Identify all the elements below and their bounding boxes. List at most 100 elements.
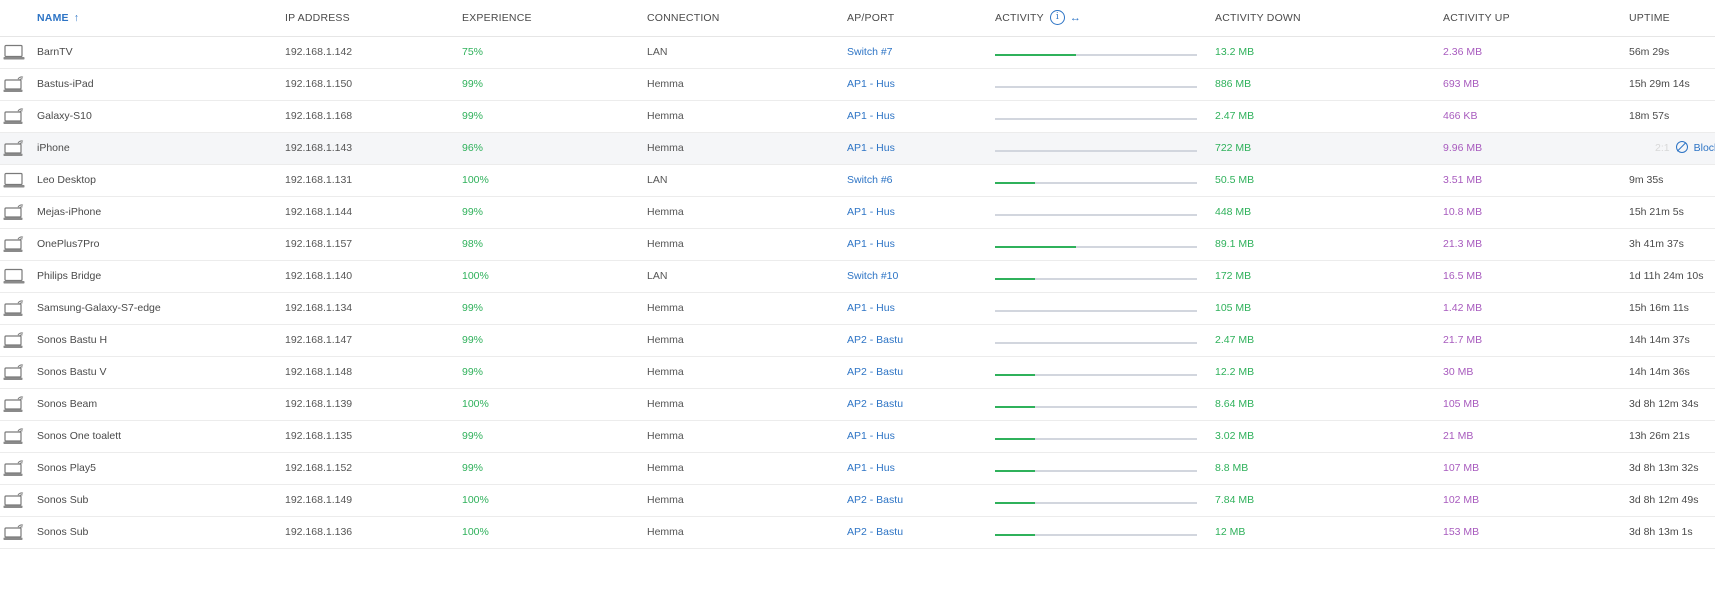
activity-bar-track [995, 54, 1197, 56]
client-uptime: 13h 26m 21s [1629, 430, 1690, 442]
client-uptime: 15h 29m 14s [1629, 78, 1690, 90]
client-activity-down: 2.47 MB [1215, 110, 1255, 122]
table-row[interactable]: Sonos Beam 192.168.1.139 100% Hemma AP2 - Ba… [0, 389, 1715, 421]
client-uptime: 9m 35s [1629, 174, 1664, 186]
table-row[interactable]: Galaxy-S10 192.168.1.168 99% Hemma AP1 - Hus… [0, 101, 1715, 133]
wifi-laptop-icon [3, 229, 25, 260]
client-name[interactable]: BarnTV [37, 37, 73, 68]
wifi-laptop-icon [3, 485, 25, 516]
client-name[interactable]: Philips Bridge [37, 261, 101, 292]
column-header-experience[interactable]: EXPERIENCE [462, 0, 532, 36]
client-ip: 192.168.1.144 [285, 206, 353, 218]
client-ap-port-link[interactable]: AP1 - Hus [847, 69, 895, 100]
info-icon[interactable]: i [1049, 9, 1065, 25]
client-experience: 100% [462, 526, 489, 538]
table-row[interactable]: BarnTV 192.168.1.142 75% LAN Switch #7 13.2 M… [0, 37, 1715, 69]
client-ap-port-link[interactable]: AP2 - Bastu [847, 517, 903, 548]
client-name[interactable]: OnePlus7Pro [37, 229, 99, 260]
client-activity-down: 12.2 MB [1215, 366, 1255, 378]
client-experience: 99% [462, 366, 484, 378]
activity-bar-track [995, 438, 1197, 440]
client-ap-port-link[interactable]: Switch #10 [847, 261, 898, 292]
client-name[interactable]: Sonos Play5 [37, 453, 96, 484]
client-ap-port-link[interactable]: AP1 - Hus [847, 293, 895, 324]
client-name[interactable]: Sonos Beam [37, 389, 97, 420]
table-row[interactable]: Mejas-iPhone 192.168.1.144 99% Hemma AP1 - H… [0, 197, 1715, 229]
table-row[interactable]: Sonos Bastu H 192.168.1.147 99% Hemma AP2 - … [0, 325, 1715, 357]
client-uptime: 14h 14m 37s [1629, 334, 1690, 346]
block-action[interactable]: 2:1 Block [1655, 133, 1715, 164]
desktop-icon [3, 165, 25, 196]
activity-bar-track [995, 310, 1197, 312]
wifi-laptop-icon [3, 197, 25, 228]
client-ap-port-link[interactable]: AP2 - Bastu [847, 325, 903, 356]
activity-bar-track [995, 534, 1197, 536]
client-name[interactable]: Mejas-iPhone [37, 197, 101, 228]
column-header-ip[interactable]: IP ADDRESS [285, 0, 350, 36]
client-ap-port-link[interactable]: AP2 - Bastu [847, 389, 903, 420]
activity-bar-fill [995, 246, 1076, 248]
wifi-laptop-icon [3, 101, 25, 132]
sort-ascending-icon: ↑ [73, 12, 80, 24]
column-header-activity[interactable]: ACTIVITY i ↔ [995, 0, 1081, 36]
client-activity-down: 8.8 MB [1215, 462, 1249, 474]
client-name[interactable]: Samsung-Galaxy-S7-edge [37, 293, 161, 324]
client-ap-port-link[interactable]: AP1 - Hus [847, 229, 895, 260]
client-activity-down: 7.84 MB [1215, 494, 1255, 506]
client-ip: 192.168.1.168 [285, 110, 353, 122]
client-activity-up: 21.7 MB [1443, 334, 1483, 346]
client-ap-port-link[interactable]: AP1 - Hus [847, 197, 895, 228]
column-header-name[interactable]: NAME ↑ [37, 0, 79, 36]
client-name[interactable]: iPhone [37, 133, 70, 164]
client-ap-port-link[interactable]: AP1 - Hus [847, 421, 895, 452]
client-ap-port-link[interactable]: AP2 - Bastu [847, 485, 903, 516]
client-experience: 75% [462, 46, 484, 58]
column-header-activity-down[interactable]: ACTIVITY DOWN [1215, 0, 1301, 36]
table-row[interactable]: Sonos Sub 192.168.1.149 100% Hemma AP2 - Bas… [0, 485, 1715, 517]
wifi-laptop-icon [3, 293, 25, 324]
client-name[interactable]: Sonos Bastu H [37, 325, 107, 356]
table-row[interactable]: Bastus-iPad 192.168.1.150 99% Hemma AP1 - Hu… [0, 69, 1715, 101]
client-ap-port-link[interactable]: AP1 - Hus [847, 133, 895, 164]
client-ip: 192.168.1.139 [285, 398, 353, 410]
client-connection: Hemma [647, 78, 684, 90]
column-header-ap-port[interactable]: AP/PORT [847, 0, 894, 36]
table-row[interactable]: Samsung-Galaxy-S7-edge 192.168.1.134 99% He… [0, 293, 1715, 325]
activity-bar-track [995, 86, 1197, 88]
client-activity-up: 9.96 MB [1443, 142, 1483, 154]
client-ap-port-link[interactable]: Switch #6 [847, 165, 893, 196]
column-header-uptime[interactable]: UPTIME [1629, 0, 1670, 36]
table-row[interactable]: OnePlus7Pro 192.168.1.157 98% Hemma AP1 - Hu… [0, 229, 1715, 261]
client-uptime: 3d 8h 12m 34s [1629, 398, 1699, 410]
client-uptime: 15h 16m 11s [1629, 302, 1689, 314]
client-experience: 99% [462, 430, 484, 442]
client-name[interactable]: Sonos Bastu V [37, 357, 106, 388]
activity-bar [995, 421, 1197, 452]
table-row[interactable]: Sonos Bastu V 192.168.1.148 99% Hemma AP2 - … [0, 357, 1715, 389]
table-row[interactable]: Philips Bridge 192.168.1.140 100% LAN Switch… [0, 261, 1715, 293]
expand-arrows-icon[interactable]: ↔ [1070, 12, 1081, 24]
client-ap-port-link[interactable]: AP1 - Hus [847, 101, 895, 132]
table-row[interactable]: Sonos Play5 192.168.1.152 99% Hemma AP1 - Hu… [0, 453, 1715, 485]
column-header-activity-up[interactable]: ACTIVITY UP [1443, 0, 1510, 36]
client-name[interactable]: Sonos Sub [37, 485, 88, 516]
activity-bar [995, 293, 1197, 324]
client-activity-up: 153 MB [1443, 526, 1480, 538]
client-experience: 99% [462, 206, 484, 218]
client-ap-port-link[interactable]: Switch #7 [847, 37, 893, 68]
client-activity-up: 102 MB [1443, 494, 1480, 506]
client-name[interactable]: Galaxy-S10 [37, 101, 92, 132]
table-row[interactable]: iPhone 192.168.1.143 96% Hemma AP1 - Hus 722 … [0, 133, 1715, 165]
table-row[interactable]: Sonos Sub 192.168.1.136 100% Hemma AP2 - Bas… [0, 517, 1715, 549]
client-name[interactable]: Sonos One toalett [37, 421, 121, 452]
table-row[interactable]: Leo Desktop 192.168.1.131 100% LAN Switch #6… [0, 165, 1715, 197]
client-ap-port-link[interactable]: AP1 - Hus [847, 453, 895, 484]
table-row[interactable]: Sonos One toalett 192.168.1.135 99% Hemma AP… [0, 421, 1715, 453]
client-name[interactable]: Sonos Sub [37, 517, 88, 548]
client-ap-port-link[interactable]: AP2 - Bastu [847, 357, 903, 388]
client-name[interactable]: Bastus-iPad [37, 69, 94, 100]
client-name[interactable]: Leo Desktop [37, 165, 96, 196]
table-body: BarnTV 192.168.1.142 75% LAN Switch #7 13.2 M… [0, 37, 1715, 549]
activity-bar-track [995, 246, 1197, 248]
column-header-connection[interactable]: CONNECTION [647, 0, 720, 36]
